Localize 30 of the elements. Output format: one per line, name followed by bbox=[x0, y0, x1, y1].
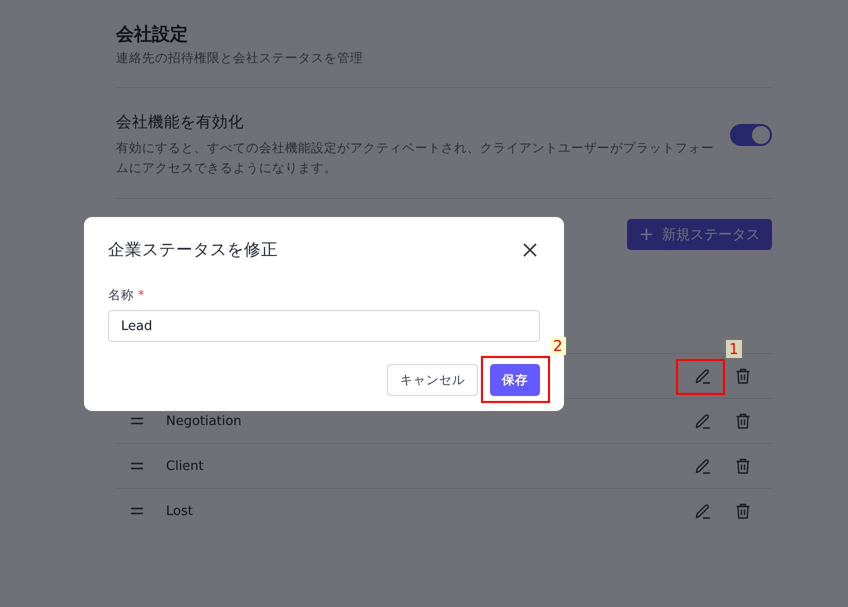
field-label: 名称 bbox=[108, 287, 134, 304]
pencil-icon[interactable] bbox=[694, 457, 712, 475]
name-input-field[interactable]: Lead bbox=[108, 310, 540, 342]
cancel-button[interactable]: キャンセル bbox=[387, 364, 478, 396]
annotation-box bbox=[676, 359, 725, 395]
feature-description: 有効にすると、すべての会社機能設定がアクティベートされ、クライアントユーザーがプラットフォームにアクセスできるようになります。 bbox=[116, 139, 715, 177]
pencil-icon[interactable] bbox=[694, 502, 712, 520]
page-subtitle: 連絡先の招待権限と会社ステータスを管理 bbox=[116, 50, 364, 67]
required-mark: * bbox=[138, 287, 144, 304]
status-name: Client bbox=[166, 458, 204, 474]
trash-icon[interactable] bbox=[734, 457, 752, 475]
pencil-icon[interactable] bbox=[694, 412, 712, 430]
annotation-number: 2 bbox=[550, 337, 566, 355]
annotation-number: 1 bbox=[726, 340, 742, 358]
trash-icon[interactable] bbox=[734, 412, 752, 430]
page-title: 会社設定 bbox=[116, 23, 189, 47]
trash-icon[interactable] bbox=[734, 367, 752, 385]
status-name: Lost bbox=[166, 504, 193, 518]
trash-icon[interactable] bbox=[734, 502, 752, 520]
drag-handle-icon[interactable] bbox=[130, 507, 144, 515]
feature-title: 会社機能を有効化 bbox=[116, 112, 245, 133]
dialog-title: 企業ステータスを修正 bbox=[108, 239, 278, 261]
pencil-icon[interactable] bbox=[694, 367, 712, 385]
drag-handle-icon[interactable] bbox=[130, 417, 144, 425]
annotation-box bbox=[481, 356, 550, 403]
status-name: Negotiation bbox=[166, 414, 242, 428]
toggle-switch[interactable] bbox=[730, 124, 772, 146]
close-icon[interactable] bbox=[523, 243, 537, 257]
save-button[interactable]: 保存 bbox=[490, 364, 540, 396]
drag-handle-icon[interactable] bbox=[130, 462, 144, 470]
